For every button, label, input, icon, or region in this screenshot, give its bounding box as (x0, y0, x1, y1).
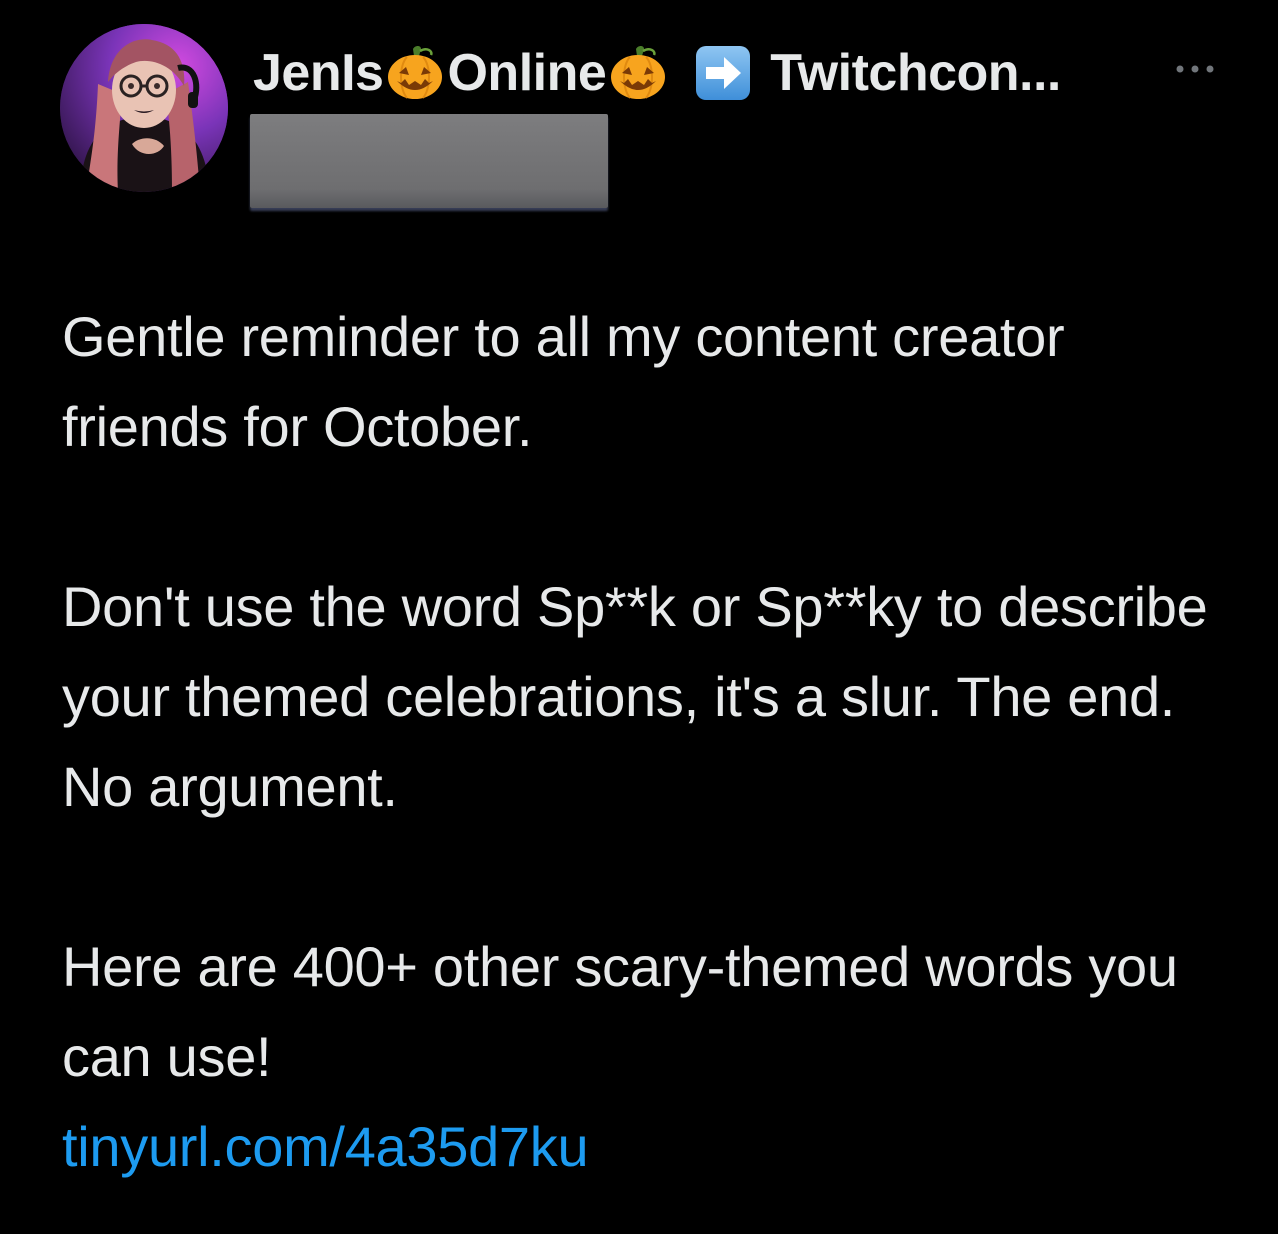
jack-o-lantern-icon (385, 43, 445, 103)
right-arrow-icon (694, 44, 752, 102)
author-name-part-1: JenIs (253, 44, 384, 102)
author-name-part-3: Twitchcon... (770, 44, 1061, 102)
post-link[interactable]: tinyurl.com/4a35d7ku (62, 1102, 1232, 1192)
author-name-part-2: Online (447, 44, 607, 102)
redacted-handle (250, 114, 608, 208)
avatar[interactable] (60, 24, 228, 192)
post-body: Gentle reminder to all my content creato… (62, 292, 1232, 1192)
post-paragraph: Don't use the word Sp**k or Sp**ky to de… (62, 575, 1208, 818)
post-paragraph: Gentle reminder to all my content creato… (62, 305, 1065, 458)
post-paragraph: Here are 400+ other scary-themed words y… (62, 922, 1232, 1192)
author-display-name[interactable]: JenIs Online Twitchcon... (253, 43, 1061, 103)
jack-o-lantern-icon (608, 43, 668, 103)
post: JenIs Online Twitchcon... Gentle reminde… (0, 0, 1278, 1234)
post-paragraph-text: Here are 400+ other scary-themed words y… (62, 935, 1178, 1088)
post-header: JenIs Online Twitchcon... (253, 38, 1061, 108)
more-options-icon[interactable] (1172, 62, 1218, 76)
